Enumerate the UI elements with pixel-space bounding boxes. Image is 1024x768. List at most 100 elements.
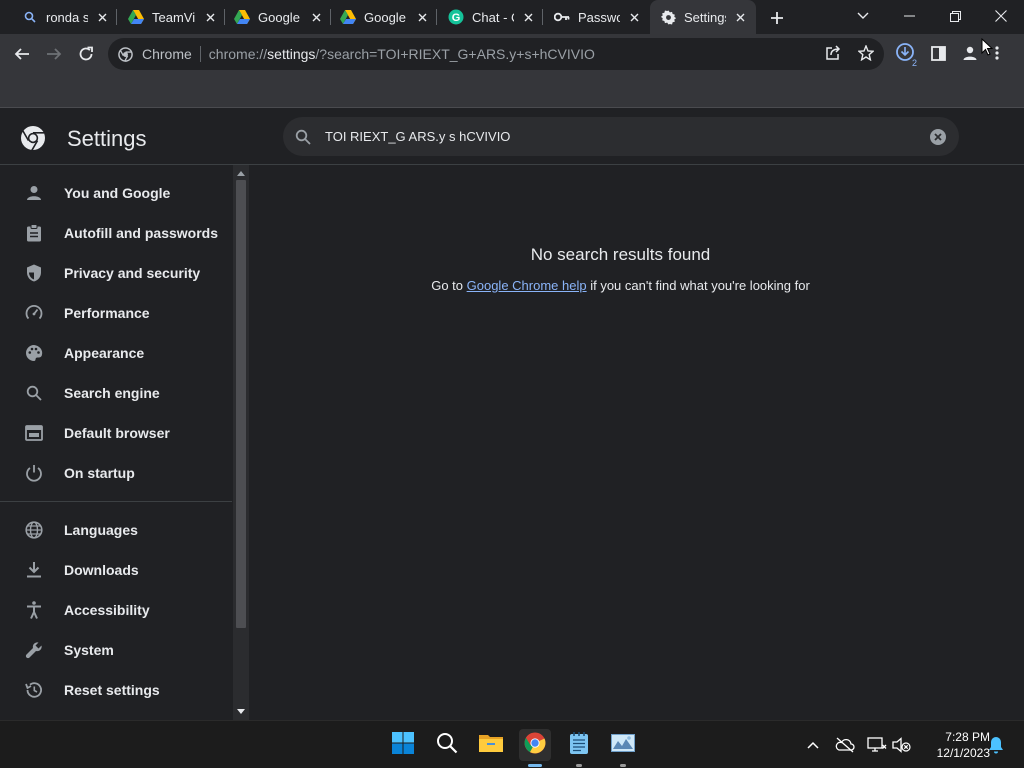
sidebar-item-reset[interactable]: Reset settings (0, 670, 232, 710)
image-viewer-button[interactable] (607, 729, 639, 767)
tab-separator (436, 9, 437, 25)
tab-google-1[interactable]: Google (226, 0, 331, 34)
windows-taskbar: 7:28 PM 12/1/2023 (0, 720, 1024, 768)
palette-icon (24, 343, 44, 363)
scroll-down-arrow-icon[interactable] (236, 706, 246, 716)
tab-teamviewer[interactable]: TeamVi (118, 0, 225, 34)
sidebar-item-label: Appearance (64, 345, 145, 361)
side-panel-button[interactable] (925, 40, 951, 66)
close-icon[interactable] (308, 9, 324, 25)
close-icon[interactable] (626, 9, 642, 25)
tab-ronda[interactable]: ronda sp (14, 0, 117, 34)
new-tab-button[interactable] (766, 7, 788, 29)
sidebar-item-privacy[interactable]: Privacy and security (0, 253, 232, 293)
sidebar-item-label: Reset settings (64, 682, 160, 698)
drive-icon (340, 9, 356, 25)
volume-muted-icon[interactable] (890, 733, 914, 757)
share-button[interactable] (820, 40, 846, 66)
tab-title: Google (258, 9, 300, 25)
tab-separator (542, 9, 543, 25)
close-icon[interactable] (94, 9, 110, 25)
notepad-button[interactable] (563, 729, 595, 767)
site-info-chip[interactable]: Chrome (108, 46, 192, 62)
power-icon (24, 463, 44, 483)
tab-title: ronda sp (46, 9, 88, 25)
sidebar-item-performance[interactable]: Performance (0, 293, 232, 333)
sidebar-item-on-startup[interactable]: On startup (0, 453, 232, 493)
url-path: /?search=TOI+RIEXT_G+ARS.y+s+hCVIVIO (315, 46, 595, 62)
chrome-taskbar-button[interactable] (519, 729, 551, 767)
tab-google-2[interactable]: Google (332, 0, 437, 34)
sidebar-item-downloads[interactable]: Downloads (0, 550, 232, 590)
show-hidden-icons-button[interactable] (801, 733, 825, 757)
address-bar[interactable]: Chrome chrome://settings/?search=TOI+RIE… (108, 38, 884, 70)
close-icon[interactable] (520, 9, 536, 25)
back-button[interactable] (8, 40, 36, 68)
settings-search-field[interactable] (283, 117, 959, 156)
chrome-icon (118, 46, 134, 62)
file-explorer-button[interactable] (475, 729, 507, 761)
sidebar-divider (0, 501, 232, 502)
close-icon[interactable] (414, 9, 430, 25)
minimize-button[interactable] (897, 4, 921, 28)
scroll-up-arrow-icon[interactable] (236, 168, 246, 178)
sidebar-scroll-thumb[interactable] (236, 180, 246, 628)
sidebar-item-you-and-google[interactable]: You and Google (0, 173, 232, 213)
bookmark-bar (0, 74, 1024, 108)
tab-chat[interactable]: G Chat - C (438, 0, 543, 34)
reload-button[interactable] (72, 40, 100, 68)
tab-passwords[interactable]: Passwo (544, 0, 648, 34)
sidebar-item-search-engine[interactable]: Search engine (0, 373, 232, 413)
chrome-logo-icon (20, 125, 46, 151)
person-icon (24, 183, 44, 203)
settings-search-input[interactable] (325, 129, 929, 144)
close-icon[interactable] (202, 9, 218, 25)
tab-title: Settings (684, 9, 726, 25)
bookmark-star-button[interactable] (853, 40, 879, 66)
network-icon[interactable] (865, 733, 889, 757)
restore-button[interactable] (943, 4, 967, 28)
forward-button[interactable] (40, 40, 68, 68)
sidebar-item-languages[interactable]: Languages (0, 510, 232, 550)
notification-bell-icon[interactable] (984, 733, 1008, 757)
tab-title: Passwo (578, 9, 620, 25)
accessibility-icon (24, 600, 44, 620)
search-icon (295, 128, 313, 146)
sidebar-item-default-browser[interactable]: Default browser (0, 413, 232, 453)
site-chip-label: Chrome (142, 46, 192, 62)
url-text[interactable]: chrome://settings/?search=TOI+RIEXT_G+AR… (209, 46, 595, 62)
sidebar-item-label: Performance (64, 305, 150, 321)
close-icon[interactable] (732, 9, 748, 25)
folder-icon (479, 733, 503, 758)
settings-header: Settings (0, 108, 1024, 165)
clear-search-icon[interactable] (929, 128, 947, 146)
sidebar-item-accessibility[interactable]: Accessibility (0, 590, 232, 630)
window-close-button[interactable] (989, 4, 1013, 28)
help-prefix: Go to (431, 278, 467, 293)
sidebar-item-label: Search engine (64, 385, 160, 401)
chrome-help-link[interactable]: Google Chrome help (467, 278, 587, 293)
clock-date: 12/1/2023 (936, 746, 990, 760)
wrench-icon (24, 640, 44, 660)
tab-search-button[interactable] (851, 4, 875, 28)
profile-button[interactable] (957, 40, 983, 66)
tab-title: TeamVi (152, 9, 196, 25)
grammarly-icon: G (448, 9, 464, 25)
tab-separator (330, 9, 331, 25)
svg-text:G: G (452, 12, 461, 24)
taskbar-search-button[interactable] (431, 729, 463, 761)
sidebar-item-label: Languages (64, 522, 138, 538)
start-button[interactable] (387, 729, 419, 761)
key-icon (554, 9, 570, 25)
tab-settings[interactable]: Settings (650, 0, 756, 34)
sidebar-item-autofill[interactable]: Autofill and passwords (0, 213, 232, 253)
downloads-button[interactable]: 2 (893, 40, 919, 68)
settings-sidebar: You and Google Autofill and passwords Pr… (0, 165, 232, 720)
system-clock[interactable]: 7:28 PM 12/1/2023 (918, 729, 990, 761)
sidebar-item-system[interactable]: System (0, 630, 232, 670)
search-icon (22, 9, 38, 25)
onedrive-offline-icon[interactable] (833, 733, 857, 757)
windows-logo-icon (392, 731, 414, 759)
speedometer-icon (24, 303, 44, 323)
sidebar-item-appearance[interactable]: Appearance (0, 333, 232, 373)
